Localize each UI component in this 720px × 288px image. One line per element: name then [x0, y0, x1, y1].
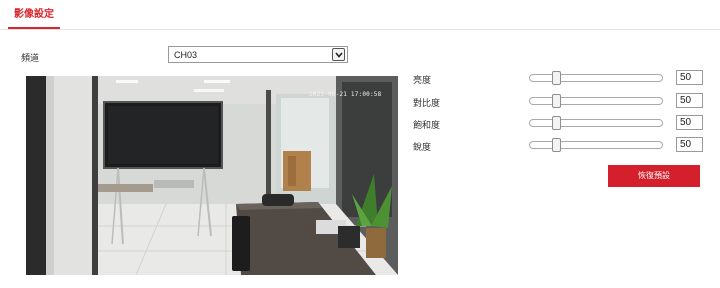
- sharpness-label: 銳度: [413, 142, 432, 152]
- saturation-slider-thumb[interactable]: [552, 116, 561, 130]
- brightness-slider[interactable]: [529, 71, 663, 85]
- sharpness-input[interactable]: 50: [676, 137, 703, 152]
- brightness-label: 亮度: [413, 75, 432, 85]
- restore-defaults-button[interactable]: 恢復預設: [608, 165, 700, 187]
- contrast-slider-thumb[interactable]: [552, 94, 561, 108]
- channel-select[interactable]: CH03: [168, 46, 348, 63]
- contrast-slider[interactable]: [529, 94, 663, 108]
- tab-image-settings[interactable]: 影像設定: [8, 9, 60, 29]
- preview-timestamp: 2023-06-21 17:00:58: [309, 91, 382, 98]
- sharpness-slider-thumb[interactable]: [552, 138, 561, 152]
- saturation-input[interactable]: 50: [676, 115, 703, 130]
- chevron-down-icon[interactable]: [332, 48, 345, 61]
- saturation-slider[interactable]: [529, 116, 663, 130]
- tab-bar: 影像設定: [0, 0, 720, 30]
- sharpness-slider[interactable]: [529, 138, 663, 152]
- channel-label: 頻道: [21, 53, 40, 63]
- contrast-label: 對比度: [413, 98, 441, 108]
- brightness-input[interactable]: 50: [676, 70, 703, 85]
- camera-preview: 2023-06-21 17:00:58: [26, 76, 398, 275]
- saturation-label: 飽和度: [413, 120, 441, 130]
- brightness-slider-thumb[interactable]: [552, 71, 561, 85]
- contrast-input[interactable]: 50: [676, 93, 703, 108]
- channel-select-value: CH03: [174, 50, 198, 60]
